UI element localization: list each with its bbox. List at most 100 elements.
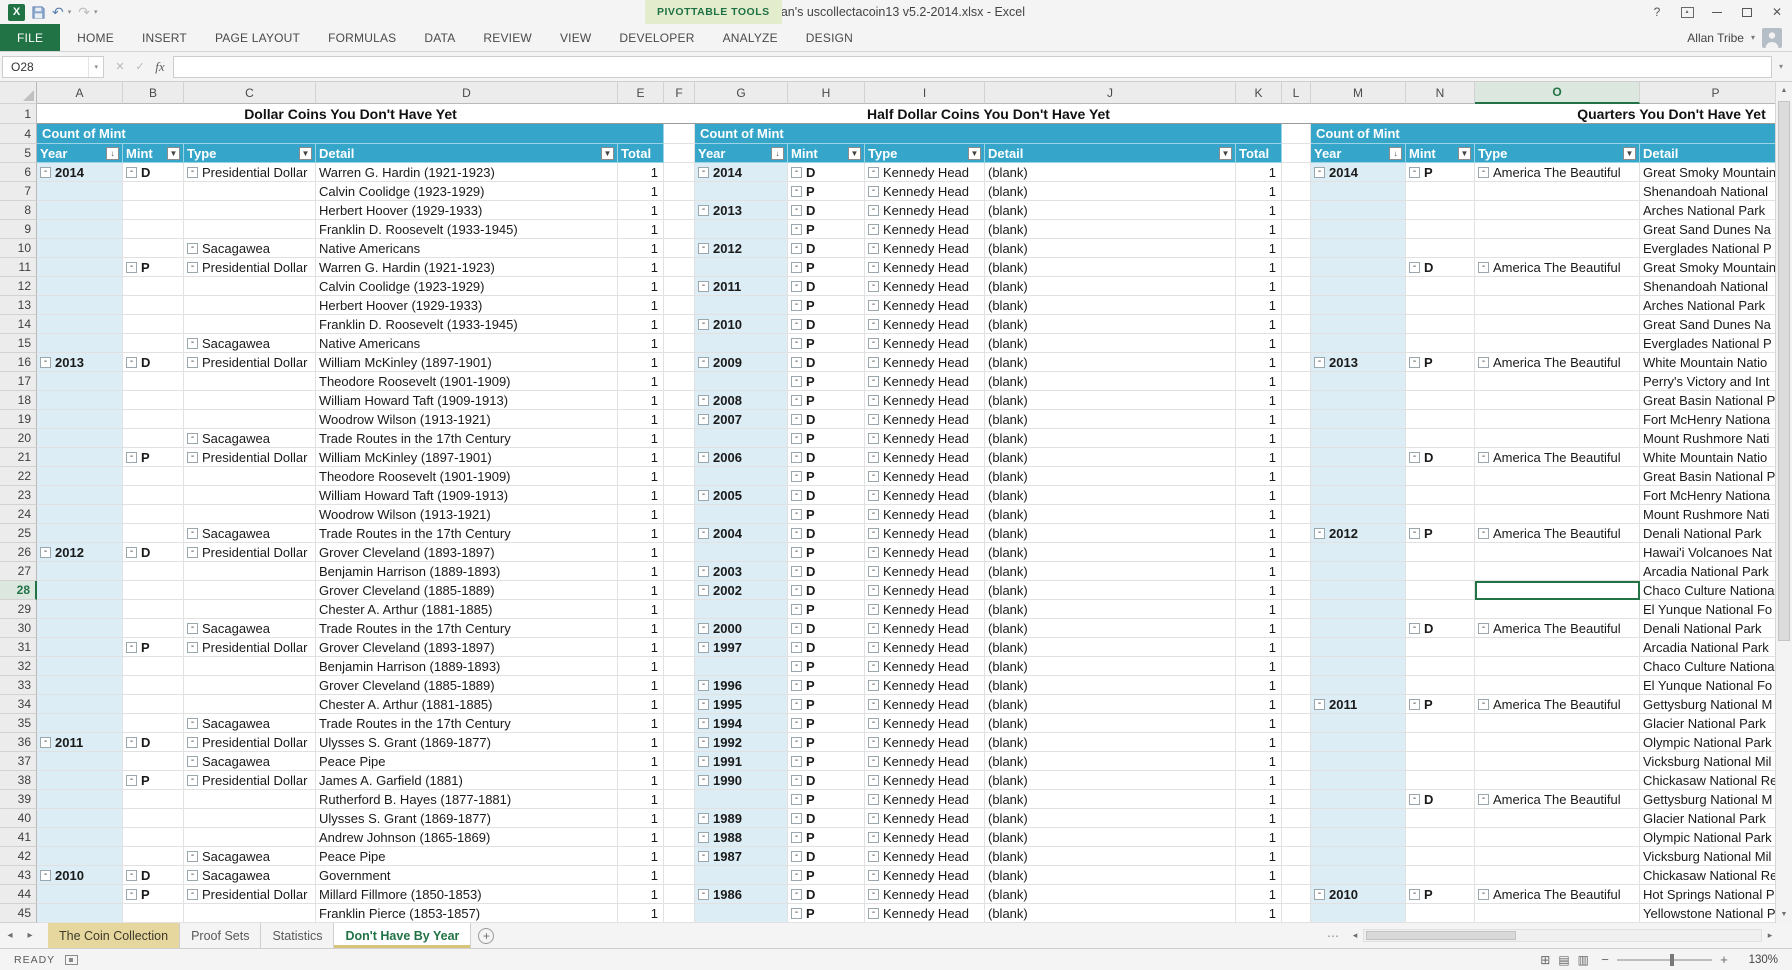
cell-C17[interactable]: [184, 372, 316, 391]
collapse-icon[interactable]: -: [126, 889, 137, 900]
cell-O20[interactable]: [1475, 429, 1640, 448]
collapse-icon[interactable]: -: [791, 908, 802, 919]
collapse-icon[interactable]: -: [40, 547, 51, 558]
collapse-icon[interactable]: -: [868, 414, 879, 425]
cell-L8[interactable]: [1282, 201, 1311, 220]
cell-H42[interactable]: -D: [788, 847, 865, 866]
cell-D32[interactable]: Benjamin Harrison (1889-1893): [316, 657, 618, 676]
collapse-icon[interactable]: -: [791, 319, 802, 330]
new-sheet-button[interactable]: +: [478, 928, 494, 944]
cell-F25[interactable]: [664, 524, 695, 543]
collapse-icon[interactable]: -: [1478, 262, 1489, 273]
cell-B34[interactable]: [123, 695, 184, 714]
cell-J6[interactable]: (blank): [985, 163, 1236, 182]
collapse-icon[interactable]: -: [791, 604, 802, 615]
collapse-icon[interactable]: -: [791, 376, 802, 387]
collapse-icon[interactable]: -: [187, 623, 198, 634]
cell-J22[interactable]: (blank): [985, 467, 1236, 486]
cell-A17[interactable]: [37, 372, 123, 391]
cell-D30[interactable]: Trade Routes in the 17th Century: [316, 619, 618, 638]
cell-A37[interactable]: [37, 752, 123, 771]
cell-I21[interactable]: -Kennedy Head: [865, 448, 985, 467]
cell-M24[interactable]: [1311, 505, 1406, 524]
cell-E44[interactable]: 1: [618, 885, 664, 904]
cell-F22[interactable]: [664, 467, 695, 486]
cell-M42[interactable]: [1311, 847, 1406, 866]
cell-J43[interactable]: (blank): [985, 866, 1236, 885]
collapse-icon[interactable]: -: [126, 167, 137, 178]
file-tab[interactable]: FILE: [0, 24, 60, 51]
cell-J18[interactable]: (blank): [985, 391, 1236, 410]
ribbon-tab-data[interactable]: DATA: [410, 24, 469, 51]
collapse-icon[interactable]: -: [868, 509, 879, 520]
cell-N13[interactable]: [1406, 296, 1475, 315]
collapse-icon[interactable]: -: [791, 756, 802, 767]
cell-M13[interactable]: [1311, 296, 1406, 315]
cell-A26[interactable]: -2012: [37, 543, 123, 562]
cell-K9[interactable]: 1: [1236, 220, 1282, 239]
collapse-icon[interactable]: -: [791, 737, 802, 748]
collapse-icon[interactable]: -: [698, 699, 709, 710]
name-box[interactable]: O28 ▾: [2, 56, 104, 78]
cell-O36[interactable]: [1475, 733, 1640, 752]
cell-E8[interactable]: 1: [618, 201, 664, 220]
qat-customize-button[interactable]: ▾: [94, 8, 98, 16]
ribbon-tab-insert[interactable]: INSERT: [128, 24, 201, 51]
cell-O26[interactable]: [1475, 543, 1640, 562]
cell-B9[interactable]: [123, 220, 184, 239]
column-header-C[interactable]: C: [184, 82, 316, 104]
collapse-icon[interactable]: -: [1478, 452, 1489, 463]
cell-C8[interactable]: [184, 201, 316, 220]
cell-D20[interactable]: Trade Routes in the 17th Century: [316, 429, 618, 448]
cell-K22[interactable]: 1: [1236, 467, 1282, 486]
row-header-29[interactable]: 29: [0, 600, 37, 619]
cell-C16[interactable]: -Presidential Dollar: [184, 353, 316, 372]
collapse-icon[interactable]: -: [1409, 699, 1420, 710]
collapse-icon[interactable]: -: [791, 167, 802, 178]
cell-O7[interactable]: [1475, 182, 1640, 201]
row-header-28[interactable]: 28: [0, 581, 37, 600]
cell-L14[interactable]: [1282, 315, 1311, 334]
cell-O37[interactable]: [1475, 752, 1640, 771]
cell-K33[interactable]: 1: [1236, 676, 1282, 695]
cell-L45[interactable]: [1282, 904, 1311, 923]
cell-E16[interactable]: 1: [618, 353, 664, 372]
cell-P36[interactable]: Olympic National Park: [1640, 733, 1792, 752]
cell-E34[interactable]: 1: [618, 695, 664, 714]
cell-J15[interactable]: (blank): [985, 334, 1236, 353]
collapse-icon[interactable]: -: [698, 490, 709, 501]
cell-A45[interactable]: [37, 904, 123, 923]
cell-H31[interactable]: -D: [788, 638, 865, 657]
collapse-icon[interactable]: -: [698, 775, 709, 786]
cell-A12[interactable]: [37, 277, 123, 296]
cell-M20[interactable]: [1311, 429, 1406, 448]
cell-M43[interactable]: [1311, 866, 1406, 885]
collapse-icon[interactable]: -: [1314, 528, 1325, 539]
collapse-icon[interactable]: -: [868, 395, 879, 406]
cell-C23[interactable]: [184, 486, 316, 505]
cell-N17[interactable]: [1406, 372, 1475, 391]
collapse-icon[interactable]: -: [187, 547, 198, 558]
cell-G11[interactable]: [695, 258, 788, 277]
cell-B29[interactable]: [123, 600, 184, 619]
cell-G21[interactable]: -2006: [695, 448, 788, 467]
filter-icon[interactable]: ▼: [848, 147, 861, 160]
column-header-L[interactable]: L: [1282, 82, 1311, 104]
collapse-icon[interactable]: -: [187, 851, 198, 862]
cell-P28[interactable]: Chaco Culture Nationa: [1640, 581, 1792, 600]
cell-K16[interactable]: 1: [1236, 353, 1282, 372]
column-header-G[interactable]: G: [695, 82, 788, 104]
row-header-10[interactable]: 10: [0, 239, 37, 258]
cell-I25[interactable]: -Kennedy Head: [865, 524, 985, 543]
cell-G36[interactable]: -1992: [695, 733, 788, 752]
cell-E18[interactable]: 1: [618, 391, 664, 410]
cell-M40[interactable]: [1311, 809, 1406, 828]
cell-E17[interactable]: 1: [618, 372, 664, 391]
pivot-field-total-d[interactable]: Total: [618, 144, 664, 163]
collapse-icon[interactable]: -: [187, 262, 198, 273]
cell-H27[interactable]: -D: [788, 562, 865, 581]
cell-I17[interactable]: -Kennedy Head: [865, 372, 985, 391]
cell-J32[interactable]: (blank): [985, 657, 1236, 676]
collapse-icon[interactable]: -: [187, 737, 198, 748]
cell-N9[interactable]: [1406, 220, 1475, 239]
